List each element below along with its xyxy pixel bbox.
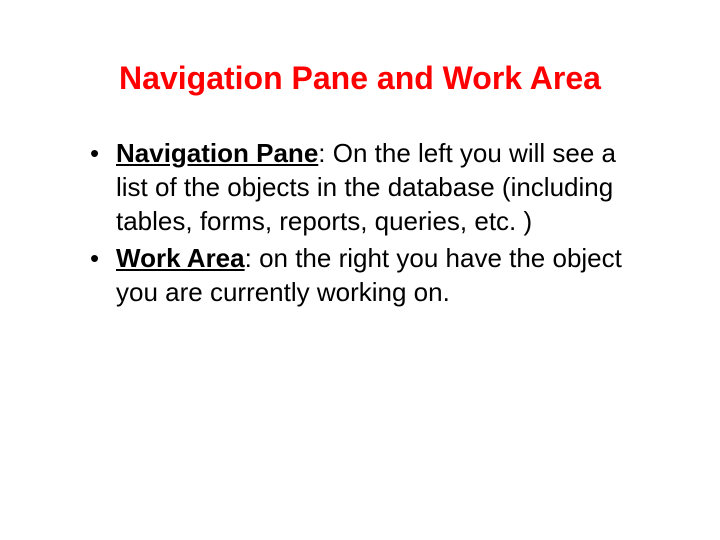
bullet-term: Work Area — [116, 243, 245, 273]
bullet-item: Work Area: on the right you have the obj… — [80, 242, 640, 310]
bullet-term: Navigation Pane — [116, 138, 318, 168]
bullet-colon: : — [245, 243, 259, 273]
slide-title: Navigation Pane and Work Area — [80, 60, 640, 97]
bullet-item: Navigation Pane: On the left you will se… — [80, 137, 640, 238]
slide-content: Navigation Pane: On the left you will se… — [80, 137, 640, 310]
bullet-colon: : — [318, 138, 332, 168]
